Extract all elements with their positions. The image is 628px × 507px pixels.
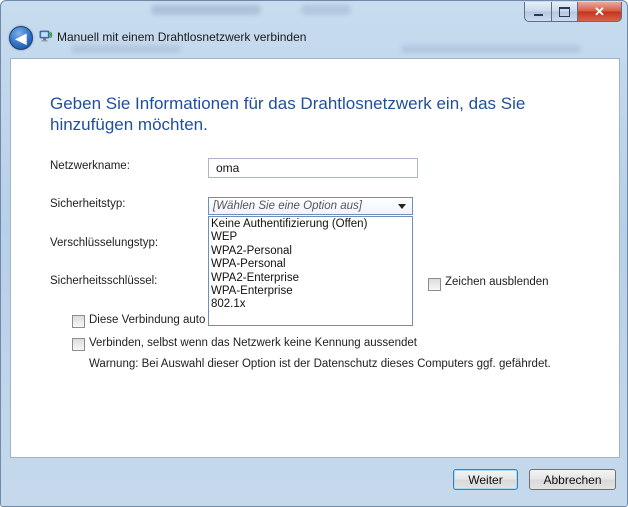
blurred-background	[301, 5, 351, 15]
network-name-label: Netzwerkname:	[50, 160, 130, 172]
back-button[interactable]: ◀	[9, 26, 33, 50]
next-button[interactable]: Weiter	[453, 469, 518, 490]
content-panel: Geben Sie Informationen für das Drahtlos…	[10, 58, 620, 458]
close-icon: ✕	[594, 3, 605, 19]
dropdown-option[interactable]: WEP	[209, 231, 412, 244]
dropdown-option[interactable]: WPA-Personal	[209, 258, 412, 271]
minimize-icon	[533, 13, 543, 16]
dropdown-option[interactable]: WPA2-Enterprise	[209, 272, 412, 285]
security-key-label: Sicherheitsschlüssel:	[50, 275, 158, 287]
hidden-network-checkbox[interactable]	[72, 338, 85, 351]
auto-connect-label: Diese Verbindung auto	[89, 314, 206, 326]
security-type-dropdown-list: Keine Authentifizierung (Offen) WEP WPA2…	[208, 216, 413, 326]
privacy-warning: Warnung: Bei Auswahl dieser Option ist d…	[89, 358, 551, 370]
page-heading: Geben Sie Informationen für das Drahtlos…	[50, 94, 526, 134]
dialog-window: ✕ ◀ Manuell mit einem Drahtlosnetzwerk v…	[0, 0, 628, 507]
back-arrow-icon: ◀	[15, 29, 27, 46]
dropdown-option[interactable]: WPA-Enterprise	[209, 285, 412, 298]
blurred-background	[401, 45, 581, 53]
window-title: Manuell mit einem Drahtlosnetzwerk verbi…	[57, 30, 307, 44]
button-bar: Weiter Abbrechen	[1, 457, 627, 506]
blurred-background	[71, 45, 181, 53]
chevron-down-icon	[398, 204, 406, 209]
dropdown-option[interactable]: 802.1x	[209, 298, 412, 311]
hide-characters-checkbox[interactable]	[428, 278, 441, 291]
caption-buttons: ✕	[524, 2, 622, 22]
dropdown-option[interactable]: Keine Authentifizierung (Offen)	[209, 218, 412, 231]
title-bar[interactable]: ✕ ◀ Manuell mit einem Drahtlosnetzwerk v…	[1, 1, 627, 57]
blurred-background	[151, 5, 261, 15]
security-type-label: Sicherheitstyp:	[50, 198, 126, 210]
auto-connect-checkbox[interactable]	[72, 315, 85, 328]
close-button[interactable]: ✕	[578, 2, 622, 22]
maximize-icon	[559, 6, 570, 17]
dropdown-option[interactable]: WPA2-Personal	[209, 245, 412, 258]
network-name-input[interactable]: oma	[208, 158, 418, 178]
security-type-selected-value: [Wählen Sie eine Option aus]	[213, 200, 362, 212]
minimize-button[interactable]	[524, 2, 552, 22]
maximize-button[interactable]	[552, 2, 578, 22]
encryption-type-label: Verschlüsselungstyp:	[50, 237, 159, 249]
hidden-network-label: Verbinden, selbst wenn das Netzwerk kein…	[89, 337, 417, 349]
wireless-network-icon	[39, 30, 53, 42]
cancel-button[interactable]: Abbrechen	[529, 469, 616, 490]
security-type-select[interactable]: [Wählen Sie eine Option aus]	[208, 197, 413, 215]
hide-characters-label: Zeichen ausblenden	[445, 276, 549, 288]
